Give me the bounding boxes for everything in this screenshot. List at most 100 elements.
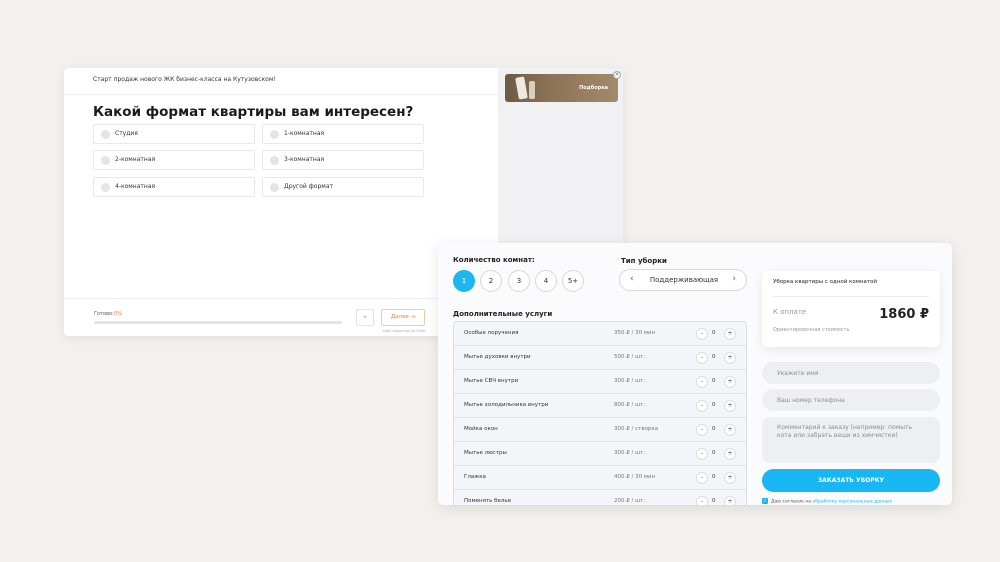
service-name: Мытье холодильника внутри <box>464 402 549 408</box>
option-label: 4-комнатная <box>115 183 156 190</box>
room-option-4[interactable]: 4 <box>535 270 557 292</box>
next-button[interactable]: Далее → <box>381 309 425 326</box>
progress-label: Готово: <box>94 311 114 317</box>
service-row: Поменять белье 200 ₽ / шт. -0 + <box>454 490 746 505</box>
comment-placeholder: Комментарий к заказу (например: помыть к… <box>777 424 913 439</box>
room-option-5-plus[interactable]: 5+ <box>562 270 584 292</box>
cleaning-type-title: Тип уборки <box>621 257 667 265</box>
service-name: Мытье духовки внутри <box>464 354 531 360</box>
service-price: 300 ₽ / шт. <box>614 450 646 456</box>
cleaning-type-value: Поддерживающая <box>649 276 719 284</box>
service-row: Мытье СВЧ внутри 300 ₽ / шт. -0 + <box>454 370 746 394</box>
services-table: Особые поручения 350 ₽ / 30 мин -0 + Мытье д… <box>453 321 747 505</box>
phone-placeholder: Ваш номер телефона <box>777 397 845 404</box>
plus-button[interactable]: + <box>724 496 736 505</box>
summary-title: Уборка квартиры с одной комнатой <box>773 279 877 285</box>
close-icon[interactable]: × <box>613 71 621 79</box>
chevron-left-icon[interactable]: ‹ <box>630 274 634 284</box>
minus-button[interactable]: - <box>696 472 708 484</box>
service-row: Мытье люстры 300 ₽ / шт. -0 + <box>454 442 746 466</box>
minus-button[interactable]: - <box>696 448 708 460</box>
service-quantity: 0 <box>712 378 716 384</box>
option-4-room[interactable]: 4-комнатная <box>93 177 255 197</box>
service-name: Особые поручения <box>464 330 519 336</box>
privacy-link[interactable]: обработку персональных данных <box>812 500 892 505</box>
option-label: Другой формат <box>284 183 333 190</box>
promo-banner[interactable]: Подборка <box>505 74 618 102</box>
consent: ✓ Даю согласие на обработку персональных … <box>762 498 892 505</box>
minus-button[interactable]: - <box>696 424 708 436</box>
option-label: 1-комнатная <box>284 130 325 137</box>
service-row: Особые поручения 350 ₽ / 30 мин -0 + <box>454 322 746 346</box>
option-2-room[interactable]: 2-комнатная <box>93 150 255 170</box>
option-label: 3-комнатная <box>284 156 325 163</box>
plus-button[interactable]: + <box>724 352 736 364</box>
product-image-2 <box>529 81 535 99</box>
option-label: Студия <box>115 130 138 137</box>
product-image <box>515 76 528 100</box>
plus-button[interactable]: + <box>724 400 736 412</box>
service-price: 350 ₽ / 30 мин <box>614 330 656 336</box>
order-button[interactable]: ЗАКАЗАТЬ УБОРКУ <box>762 469 940 492</box>
service-quantity: 0 <box>712 426 716 432</box>
minus-button[interactable]: - <box>696 352 708 364</box>
plus-button[interactable]: + <box>724 376 736 388</box>
service-price: 300 ₽ / створка <box>614 426 659 432</box>
powered-by: сайт-опросник by Enter <box>383 329 426 333</box>
service-row: Мойка окон 300 ₽ / створка -0 + <box>454 418 746 442</box>
service-quantity: 0 <box>712 498 716 504</box>
radio-icon <box>101 156 110 165</box>
option-other[interactable]: Другой формат <box>262 177 424 197</box>
service-quantity: 0 <box>712 474 716 480</box>
summary-card: Уборка квартиры с одной комнатой К оплат… <box>762 271 940 347</box>
plus-button[interactable]: + <box>724 424 736 436</box>
plus-button[interactable]: + <box>724 448 736 460</box>
chevron-right-icon[interactable]: › <box>732 274 736 284</box>
progress-bar <box>94 321 342 324</box>
option-label: 2-комнатная <box>115 156 156 163</box>
option-studio[interactable]: Студия <box>93 124 255 144</box>
checkbox-icon[interactable]: ✓ <box>762 498 768 504</box>
quiz-question: Какой формат квартиры вам интересен? <box>93 104 414 120</box>
radio-icon <box>270 183 279 192</box>
radio-icon <box>101 183 110 192</box>
service-row: Мытье духовки внутри 500 ₽ / шт. -0 + <box>454 346 746 370</box>
rooms-title: Количество комнат: <box>453 256 535 264</box>
service-row: Глажка 400 ₽ / 30 мин -0 + <box>454 466 746 490</box>
room-option-1[interactable]: 1 <box>453 270 475 292</box>
minus-button[interactable]: - <box>696 328 708 340</box>
name-field[interactable]: Укажите имя <box>762 362 940 384</box>
service-name: Мытье СВЧ внутри <box>464 378 519 384</box>
service-name: Мойка окон <box>464 426 498 432</box>
progress-value: 0% <box>114 311 122 317</box>
comment-field[interactable]: Комментарий к заказу (например: помыть к… <box>762 417 940 463</box>
extra-services-title: Дополнительные услуги <box>453 310 553 318</box>
service-name: Поменять белье <box>464 498 512 504</box>
minus-button[interactable]: - <box>696 376 708 388</box>
service-quantity: 0 <box>712 450 716 456</box>
name-placeholder: Укажите имя <box>777 370 819 377</box>
service-name: Мытье люстры <box>464 450 507 456</box>
promo-label: Подборка <box>579 85 608 91</box>
service-price: 800 ₽ / шт. <box>614 402 646 408</box>
minus-button[interactable]: - <box>696 496 708 505</box>
service-price: 200 ₽ / шт. <box>614 498 646 504</box>
total-price: 1860 ₽ <box>879 307 929 322</box>
minus-button[interactable]: - <box>696 400 708 412</box>
service-name: Глажка <box>464 474 486 480</box>
plus-button[interactable]: + <box>724 328 736 340</box>
service-price: 400 ₽ / 30 мин <box>614 474 656 480</box>
radio-icon <box>270 156 279 165</box>
service-quantity: 0 <box>712 402 716 408</box>
phone-field[interactable]: Ваш номер телефона <box>762 389 940 411</box>
radio-icon <box>270 130 279 139</box>
room-option-3[interactable]: 3 <box>508 270 530 292</box>
cleaning-type-selector: Поддерживающая ‹ › <box>619 269 747 291</box>
option-3-room[interactable]: 3-комнатная <box>262 150 424 170</box>
service-row: Мытье холодильника внутри 800 ₽ / шт. -0 + <box>454 394 746 418</box>
option-1-room[interactable]: 1-комнатная <box>262 124 424 144</box>
room-option-2[interactable]: 2 <box>480 270 502 292</box>
service-quantity: 0 <box>712 354 716 360</box>
prev-button[interactable]: + <box>356 309 374 326</box>
plus-button[interactable]: + <box>724 472 736 484</box>
